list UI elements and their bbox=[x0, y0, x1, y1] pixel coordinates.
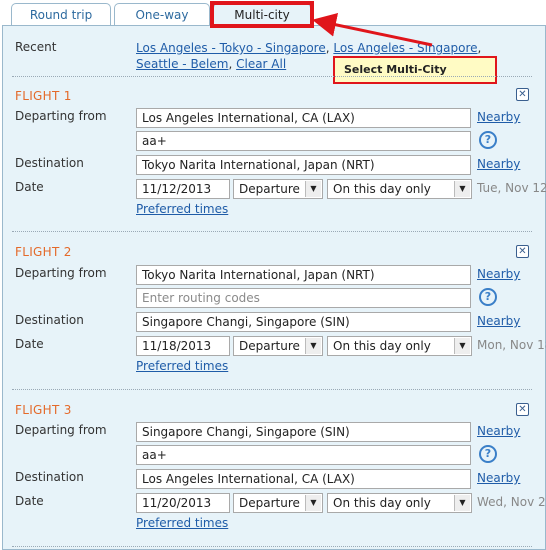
flight-1-title: FLIGHT 1 bbox=[15, 89, 72, 103]
date-label: Date bbox=[15, 180, 44, 194]
divider bbox=[12, 546, 532, 547]
destination-label: Destination bbox=[15, 470, 84, 484]
chevron-down-icon: ▼ bbox=[454, 338, 470, 354]
departing-from-input[interactable]: Singapore Changi, Singapore (SIN) bbox=[136, 422, 471, 442]
nearby-link[interactable]: Nearby bbox=[477, 471, 520, 485]
weekday-text: Tue, Nov 12 bbox=[477, 181, 546, 195]
date-input[interactable]: 11/20/2013 bbox=[136, 493, 230, 513]
help-icon[interactable]: ? bbox=[479, 445, 497, 463]
date-label: Date bbox=[15, 494, 44, 508]
routing-codes-input[interactable]: Enter routing codes bbox=[136, 288, 471, 308]
close-icon[interactable]: ✕ bbox=[516, 245, 529, 258]
nearby-link[interactable]: Nearby bbox=[477, 314, 520, 328]
departing-from-input[interactable]: Los Angeles International, CA (LAX) bbox=[136, 108, 471, 128]
routing-codes-input[interactable]: aa+ bbox=[136, 131, 471, 151]
close-icon[interactable]: ✕ bbox=[516, 403, 529, 416]
tab-round-trip[interactable]: Round trip bbox=[11, 3, 111, 25]
nearby-link[interactable]: Nearby bbox=[477, 424, 520, 438]
destination-label: Destination bbox=[15, 156, 84, 170]
destination-input[interactable]: Tokyo Narita International, Japan (NRT) bbox=[136, 155, 471, 175]
flexibility-select[interactable]: On this day only ▼ bbox=[327, 336, 472, 356]
recent-search-link[interactable]: Seattle - Belem bbox=[136, 57, 228, 71]
clear-all-link[interactable]: Clear All bbox=[236, 57, 286, 71]
nearby-link[interactable]: Nearby bbox=[477, 267, 520, 281]
chevron-down-icon: ▼ bbox=[305, 495, 321, 511]
divider bbox=[12, 76, 532, 77]
chevron-down-icon: ▼ bbox=[305, 338, 321, 354]
multi-city-highlight bbox=[210, 1, 314, 28]
flexibility-select[interactable]: On this day only ▼ bbox=[327, 493, 472, 513]
routing-codes-input[interactable]: aa+ bbox=[136, 445, 471, 465]
flight-3-title: FLIGHT 3 bbox=[15, 403, 72, 417]
departing-from-label: Departing from bbox=[15, 266, 107, 280]
divider bbox=[12, 389, 532, 390]
recent-search-link[interactable]: Los Angeles - Tokyo - Singapore bbox=[136, 41, 326, 55]
preferred-times-link[interactable]: Preferred times bbox=[136, 202, 228, 216]
preferred-times-link[interactable]: Preferred times bbox=[136, 359, 228, 373]
weekday-text: Wed, Nov 20 bbox=[477, 495, 546, 509]
departing-from-label: Departing from bbox=[15, 423, 107, 437]
weekday-text: Mon, Nov 18 bbox=[477, 338, 546, 352]
departing-from-label: Departing from bbox=[15, 109, 107, 123]
departure-type-select[interactable]: Departure ▼ bbox=[233, 336, 323, 356]
recent-label: Recent bbox=[15, 40, 57, 54]
nearby-link[interactable]: Nearby bbox=[477, 157, 520, 171]
flexibility-select[interactable]: On this day only ▼ bbox=[327, 179, 472, 199]
date-label: Date bbox=[15, 337, 44, 351]
help-icon[interactable]: ? bbox=[479, 131, 497, 149]
departure-type-select[interactable]: Departure ▼ bbox=[233, 493, 323, 513]
nearby-link[interactable]: Nearby bbox=[477, 110, 520, 124]
date-input[interactable]: 11/12/2013 bbox=[136, 179, 230, 199]
chevron-down-icon: ▼ bbox=[454, 495, 470, 511]
departure-type-select[interactable]: Departure ▼ bbox=[233, 179, 323, 199]
chevron-down-icon: ▼ bbox=[454, 181, 470, 197]
flight-2-title: FLIGHT 2 bbox=[15, 245, 72, 259]
destination-input[interactable]: Singapore Changi, Singapore (SIN) bbox=[136, 312, 471, 332]
divider bbox=[12, 231, 532, 232]
red-arrow bbox=[312, 12, 433, 47]
chevron-down-icon: ▼ bbox=[305, 181, 321, 197]
close-icon[interactable]: ✕ bbox=[516, 88, 529, 101]
departing-from-input[interactable]: Tokyo Narita International, Japan (NRT) bbox=[136, 265, 471, 285]
destination-label: Destination bbox=[15, 313, 84, 327]
destination-input[interactable]: Los Angeles International, CA (LAX) bbox=[136, 469, 471, 489]
select-multi-city-tooltip: Select Multi-City bbox=[333, 56, 497, 84]
help-icon[interactable]: ? bbox=[479, 288, 497, 306]
preferred-times-link[interactable]: Preferred times bbox=[136, 516, 228, 530]
tab-one-way[interactable]: One-way bbox=[114, 3, 210, 25]
date-input[interactable]: 11/18/2013 bbox=[136, 336, 230, 356]
